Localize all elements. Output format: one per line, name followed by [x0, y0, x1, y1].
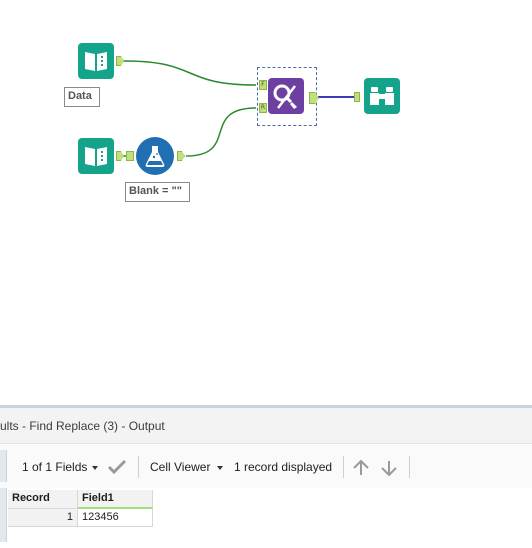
- workflow-canvas[interactable]: Data Blank = "" F R: [0, 0, 532, 405]
- column-header-record[interactable]: Record: [8, 490, 78, 509]
- arrow-up-icon[interactable]: [352, 459, 370, 477]
- column-header-field1[interactable]: Field1: [78, 490, 153, 509]
- binoculars-icon: [370, 87, 394, 105]
- flask-icon: [145, 146, 165, 167]
- input-data-tool-1[interactable]: [78, 43, 114, 79]
- connection-formula-to-replace: [185, 107, 257, 157]
- toolbar-divider: [343, 456, 344, 478]
- browse-tool[interactable]: [364, 78, 400, 114]
- toolbar-divider: [409, 456, 410, 478]
- chevron-down-icon[interactable]: [217, 466, 223, 470]
- chevron-down-icon[interactable]: [92, 466, 98, 470]
- field1-value-cell[interactable]: 123456: [78, 509, 153, 527]
- book-icon: [85, 147, 107, 166]
- records-displayed: 1 record displayed: [234, 460, 333, 474]
- results-grid[interactable]: Record Field1 1 123456: [0, 488, 532, 548]
- arrow-down-icon[interactable]: [380, 459, 398, 477]
- replace-input-anchor[interactable]: R: [259, 103, 267, 113]
- annotation-formula: Blank = "": [125, 182, 190, 202]
- fields-dropdown[interactable]: 1 of 1 Fields: [22, 460, 87, 474]
- results-toolbar: 1 of 1 Fields Cell Viewer 1 record displ…: [0, 443, 532, 489]
- annotation-data: Data: [64, 87, 100, 107]
- input-data-tool-2[interactable]: [78, 138, 114, 174]
- book-icon: [85, 52, 107, 71]
- connection-data-to-find: [123, 60, 257, 86]
- cell-viewer-dropdown[interactable]: Cell Viewer: [150, 460, 210, 474]
- results-panel: ults - Find Replace (3) - Output 1 of 1 …: [0, 405, 532, 548]
- formula-input-anchor[interactable]: [126, 151, 134, 161]
- grid-left-tab[interactable]: [0, 488, 7, 542]
- left-edge-tab[interactable]: [0, 450, 7, 482]
- find-input-anchor[interactable]: F: [259, 80, 267, 90]
- browse-input-anchor[interactable]: [354, 92, 360, 102]
- checkmark-icon[interactable]: [107, 459, 127, 475]
- results-title: ults - Find Replace (3) - Output: [0, 419, 165, 433]
- formula-tool[interactable]: [136, 137, 174, 175]
- record-number-cell: 1: [8, 509, 78, 527]
- find-replace-icon: [273, 84, 297, 109]
- toolbar-divider: [138, 456, 139, 478]
- find-replace-tool[interactable]: [268, 78, 304, 114]
